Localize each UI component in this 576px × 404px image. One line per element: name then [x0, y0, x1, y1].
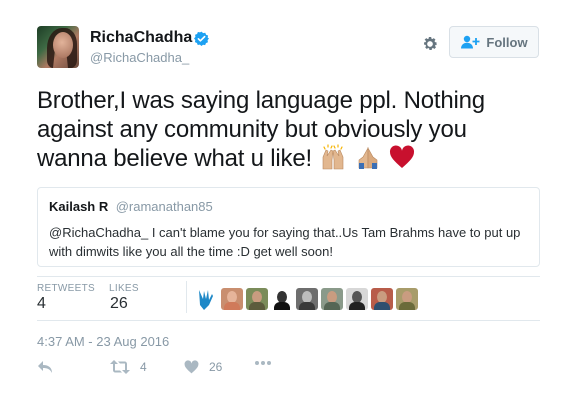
gear-icon[interactable] — [421, 35, 439, 53]
liker-avatar[interactable] — [271, 288, 293, 310]
reply-button[interactable] — [37, 360, 53, 374]
quoted-tweet-text: @RichaChadha_ I can't blame you for sayi… — [49, 225, 521, 259]
liker-avatar[interactable] — [246, 288, 268, 310]
more-button[interactable] — [254, 360, 272, 366]
stats-separator — [186, 281, 187, 313]
heart-icon — [184, 360, 199, 374]
red-heart-emoji-icon — [390, 145, 415, 168]
stats-divider-top — [37, 276, 540, 277]
like-count: 26 — [209, 360, 223, 374]
verified-badge-icon — [194, 31, 209, 46]
reply-icon — [38, 361, 52, 373]
like-button[interactable]: 26 — [184, 360, 222, 374]
retweets-count[interactable]: 4 — [37, 295, 46, 313]
quoted-tweet-header: Kailash R @ramanathan85 — [49, 198, 528, 216]
liker-avatar[interactable] — [346, 288, 368, 310]
stats-divider-bottom — [37, 320, 540, 321]
user-handle[interactable]: @RichaChadha_ — [90, 50, 189, 65]
follow-label: Follow — [486, 34, 528, 50]
likes-count[interactable]: 26 — [110, 295, 128, 313]
quoted-author-name: Kailash R — [49, 199, 109, 214]
raising-hands-emoji-icon — [323, 144, 344, 170]
avatar-face — [53, 32, 73, 58]
retweet-icon — [110, 360, 130, 374]
liker-avatar[interactable] — [396, 288, 418, 310]
tweet-text: Brother,I was saying language ppl. Nothi… — [37, 87, 485, 172]
tweet-timestamp[interactable]: 4:37 AM - 23 Aug 2016 — [37, 334, 169, 349]
folded-hands-emoji-icon — [358, 146, 378, 169]
retweet-button[interactable]: 4 — [110, 360, 147, 374]
tweet-actions: 4 26 — [37, 360, 540, 380]
liker-avatar[interactable] — [296, 288, 318, 310]
liker-avatar[interactable] — [321, 288, 343, 310]
liker-avatar[interactable] — [196, 288, 218, 310]
quoted-author-handle: @ramanathan85 — [115, 199, 213, 214]
display-name[interactable]: RichaChadha — [90, 29, 192, 47]
retweet-count: 4 — [140, 360, 147, 374]
hand-logo-icon — [199, 290, 213, 310]
profile-avatar[interactable] — [37, 26, 79, 68]
likes-label[interactable]: LIKES — [109, 283, 139, 294]
follow-button[interactable]: Follow — [449, 26, 539, 58]
liker-avatar[interactable] — [371, 288, 393, 310]
tweet-body: Brother,I was saying language ppl. Nothi… — [37, 86, 542, 173]
add-user-icon — [461, 35, 480, 49]
more-dots-icon — [255, 361, 271, 365]
liker-avatar[interactable] — [221, 288, 243, 310]
retweets-label[interactable]: RETWEETS — [37, 283, 95, 294]
liker-avatars — [196, 288, 418, 310]
quoted-tweet[interactable]: Kailash R @ramanathan85 @RichaChadha_ I … — [37, 187, 540, 267]
